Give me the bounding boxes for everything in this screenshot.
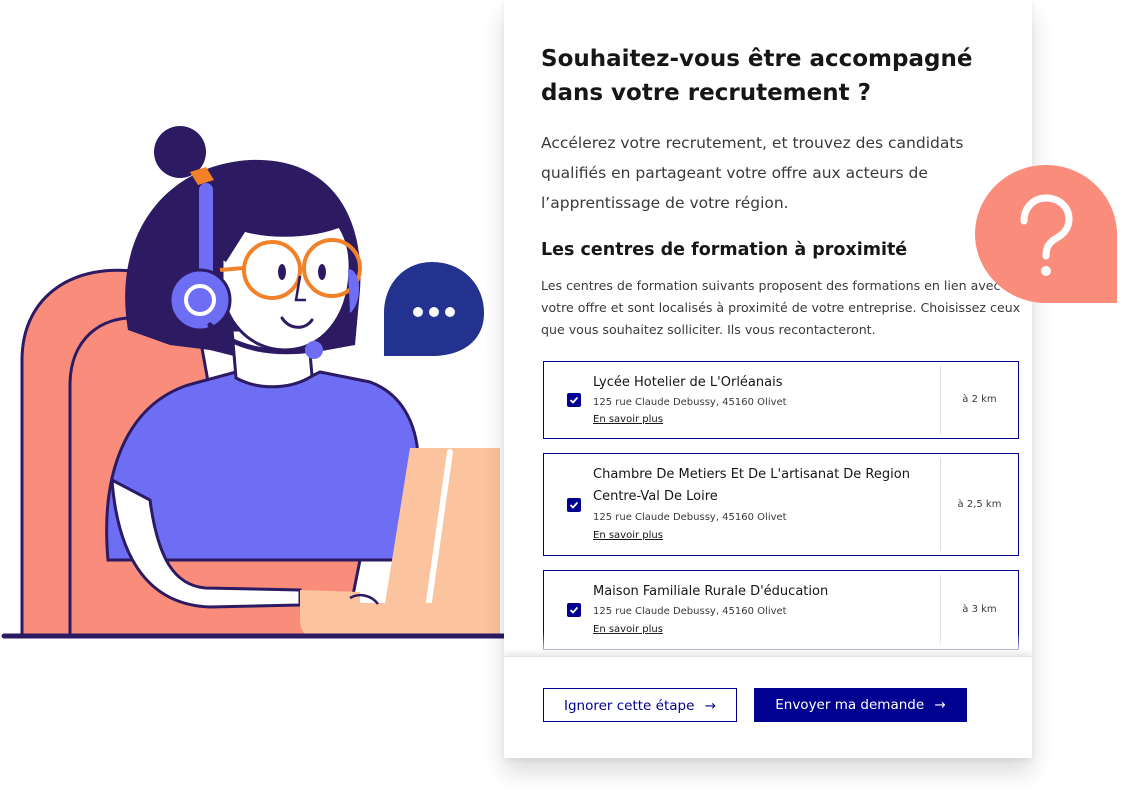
centre-distance: à 3 km [962,604,997,615]
skip-step-label: Ignorer cette étape [563,698,695,714]
checkmark-icon [569,501,579,509]
centre-distance: à 2 km [962,394,997,405]
centre-checkbox[interactable] [567,497,581,512]
recruitment-modal: Souhaitez-vous être accompagné dans votr… [504,0,1032,758]
headset-ear [168,268,232,332]
centre-name: Lycée Hotelier de L'Orléanais [593,375,783,390]
modal-scroll-area[interactable]: Souhaitez-vous être accompagné dans votr… [504,0,1032,656]
section-description: Les centres de formation suivants propos… [541,278,1021,337]
support-agent-illustration [1,126,519,639]
centre-name: Chambre De Metiers Et De L'artisanat De … [593,467,910,504]
checkmark-icon [569,396,579,404]
centre-checkbox[interactable] [567,603,581,617]
modal-footer: Ignorer cette étape → Envoyer ma demande… [504,656,1032,758]
centre-address: 125 rue Claude Debussy, 45160 Olivet [593,512,787,523]
scroll-fade [504,632,1032,656]
centre-more-link[interactable]: En savoir plus [593,413,663,427]
centre-distance: à 2,5 km [957,498,1002,510]
question-mark-icon [975,165,1117,303]
chat-dots-icon [384,262,484,356]
centre-item[interactable]: Lycée Hotelier de L'Orléanais 125 rue Cl… [543,361,1019,439]
modal-intro: Accélerez votre recrutement, et trouvez … [541,134,964,212]
send-request-button[interactable]: Envoyer ma demande → [754,688,967,722]
skip-step-button[interactable]: Ignorer cette étape → [543,688,737,722]
send-request-label: Envoyer ma demande [775,697,925,713]
modal-title: Souhaitez-vous être accompagné dans votr… [541,46,973,106]
arrow-right-icon: → [934,697,946,713]
centre-checkbox[interactable] [567,393,581,407]
section-title: Les centres de formation à proximité [541,240,908,260]
centre-name: Maison Familiale Rurale D'éducation [593,584,829,599]
centre-address: 125 rue Claude Debussy, 45160 Olivet [593,397,787,408]
centre-address: 125 rue Claude Debussy, 45160 Olivet [593,606,787,617]
checkmark-icon [569,606,579,614]
centre-item[interactable]: Chambre De Metiers Et De L'artisanat De … [543,453,1019,556]
arrow-right-icon: → [704,698,717,714]
centre-more-link[interactable]: En savoir plus [593,529,663,543]
